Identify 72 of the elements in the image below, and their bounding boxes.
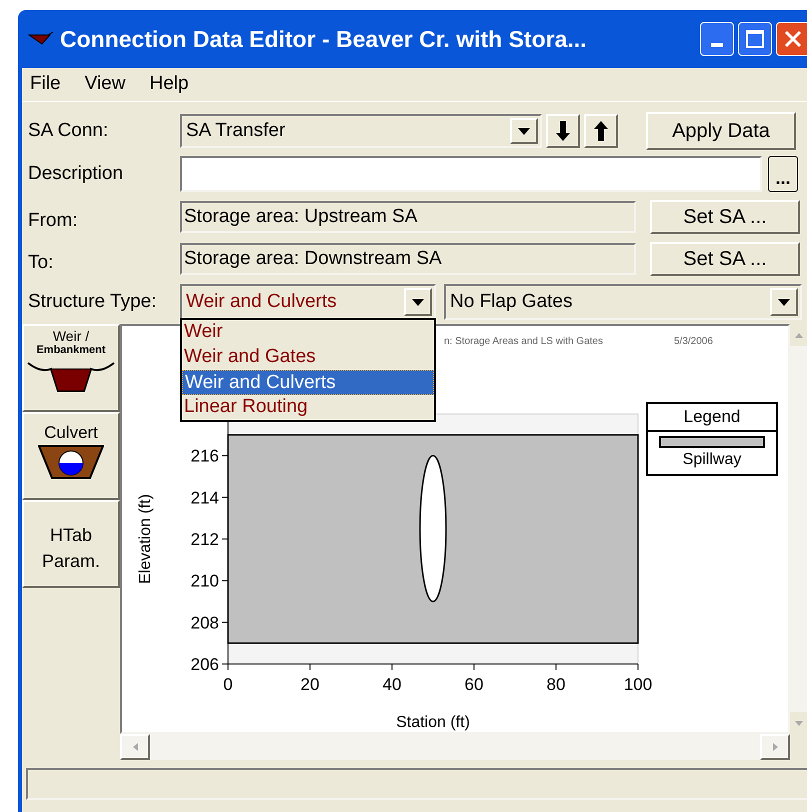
structure-type-option[interactable]: Weir and Culverts — [182, 370, 434, 395]
move-up-button[interactable] — [584, 114, 618, 148]
caret-icon — [518, 128, 530, 134]
x-tick-label: 100 — [624, 675, 652, 694]
field-label: To: — [28, 250, 54, 275]
dropdown-value: No Flap Gates — [450, 290, 574, 314]
minimize-icon — [711, 43, 723, 47]
structure-tab[interactable]: Culvert — [22, 412, 120, 500]
structure-tab[interactable]: HTab Param. — [22, 500, 120, 588]
y-tick-label: 214 — [190, 488, 219, 508]
minimize-button[interactable] — [700, 22, 734, 56]
y-tick-label: 216 — [190, 446, 219, 466]
menu-item[interactable]: View — [84, 70, 126, 99]
horizontal-scrollbar[interactable] — [120, 734, 790, 760]
down-arrow-icon — [556, 121, 570, 141]
dropdown-value: Weir and Culverts — [186, 290, 338, 314]
field-label: From: — [28, 208, 79, 233]
plot-caption: n: Storage Areas and LS with Gates — [444, 335, 603, 349]
structure-type-option[interactable]: Weir and Gates — [182, 345, 434, 370]
tab-sublabel: Embankment — [36, 344, 106, 357]
field-label: SA Conn: — [28, 118, 110, 143]
y-tick-label: 208 — [190, 613, 219, 632]
flap-gates-dropdown[interactable]: No Flap Gates — [444, 284, 802, 320]
window-title: Connection Data Editor - Beaver Cr. with Stora... — [60, 24, 587, 54]
legend-title: Legend — [648, 404, 776, 432]
set-sa-button[interactable]: Set SA ... — [650, 242, 800, 276]
structure-type-option[interactable]: Linear Routing — [182, 395, 434, 420]
field-label: Structure Type: — [28, 290, 158, 314]
menu-item[interactable]: File — [30, 70, 61, 99]
more-button[interactable]: ... — [768, 156, 798, 192]
structure-type-option[interactable]: Weir — [182, 320, 434, 345]
structure-tab[interactable]: Weir / Embankment — [22, 324, 120, 412]
field-label: Description — [28, 162, 124, 186]
up-arrow-icon — [594, 121, 608, 141]
apply-data-button[interactable]: Apply Data — [646, 112, 796, 150]
culvert-icon — [38, 444, 104, 480]
y-tick-label: 212 — [190, 530, 219, 549]
close-button[interactable] — [776, 22, 807, 56]
x-axis-label: Station (ft) — [396, 714, 470, 731]
x-tick-label: 60 — [464, 675, 484, 694]
right-arrow-icon — [772, 743, 778, 751]
maximize-icon — [746, 30, 764, 48]
sa-conn-dropdown[interactable]: SA Transfer — [180, 114, 542, 148]
x-tick-label: 40 — [382, 675, 402, 694]
maximize-button[interactable] — [738, 22, 772, 56]
x-tick-label: 20 — [300, 675, 320, 694]
tab-label: Culvert — [44, 422, 98, 444]
close-icon — [784, 30, 802, 48]
y-tick-label: 210 — [190, 572, 219, 591]
storage-area-field: Storage area: Downstream SA — [180, 243, 636, 275]
dropdown-value: SA Transfer — [186, 118, 286, 143]
caret-icon — [412, 298, 424, 306]
structure-type-dropdown[interactable]: Weir and Culverts — [180, 284, 436, 320]
y-tick-label: 206 — [190, 655, 219, 674]
storage-area-field: Storage area: Upstream SA — [180, 201, 636, 233]
caret-icon — [778, 298, 790, 306]
menu-item[interactable]: Help — [149, 70, 189, 99]
tab-label: HTab — [50, 524, 92, 547]
tab-sublabel: Param. — [42, 550, 100, 573]
tab-label: Weir / — [52, 328, 90, 344]
set-sa-button[interactable]: Set SA ... — [650, 200, 800, 234]
app-icon — [28, 32, 54, 46]
description-field[interactable] — [180, 156, 762, 192]
x-tick-label: 80 — [546, 675, 566, 694]
x-tick-label: 0 — [223, 675, 233, 694]
down-arrow-icon — [795, 720, 803, 726]
left-arrow-icon — [132, 743, 138, 751]
move-down-button[interactable] — [546, 114, 580, 148]
plot-date: 5/3/2006 — [674, 335, 713, 349]
y-axis-label: Elevation (ft) — [137, 494, 154, 584]
legend-label: Spillway — [682, 450, 742, 470]
up-arrow-icon — [795, 332, 803, 338]
